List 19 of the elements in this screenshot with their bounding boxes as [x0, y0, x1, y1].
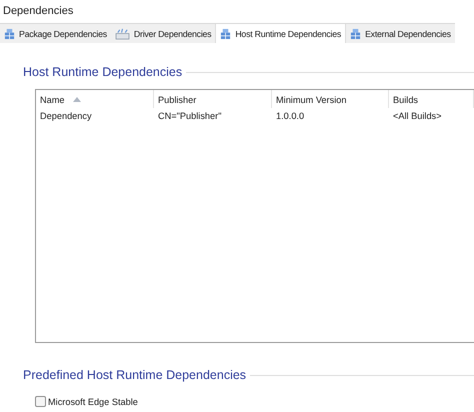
boxes-icon [4, 28, 15, 40]
column-header[interactable]: Publisher [154, 90, 272, 108]
sort-icon [72, 97, 81, 102]
boxes-icon [350, 28, 362, 40]
table-cell-text: <All Builds> [392, 110, 443, 123]
column-header[interactable]: Minimum Version [272, 90, 389, 108]
card-icon [114, 28, 130, 40]
section-title: Host Runtime Dependencies [23, 65, 184, 79]
page-title: Dependencies [2, 4, 74, 19]
table-cell-text: Dependency [39, 110, 93, 123]
column-header[interactable]: Name [36, 90, 154, 108]
checkbox[interactable] [35, 396, 46, 407]
checkbox-option[interactable]: Microsoft Edge Stable [35, 396, 474, 407]
tab[interactable]: Host Runtime Dependencies [215, 24, 346, 43]
column-header[interactable]: Builds [389, 90, 474, 108]
section-title: Predefined Host Runtime Dependencies [23, 368, 248, 382]
table-cell-text: CN="Publisher" [157, 110, 222, 123]
boxes-icon [220, 28, 232, 40]
table-cell-text: 1.0.0.0 [275, 110, 306, 123]
